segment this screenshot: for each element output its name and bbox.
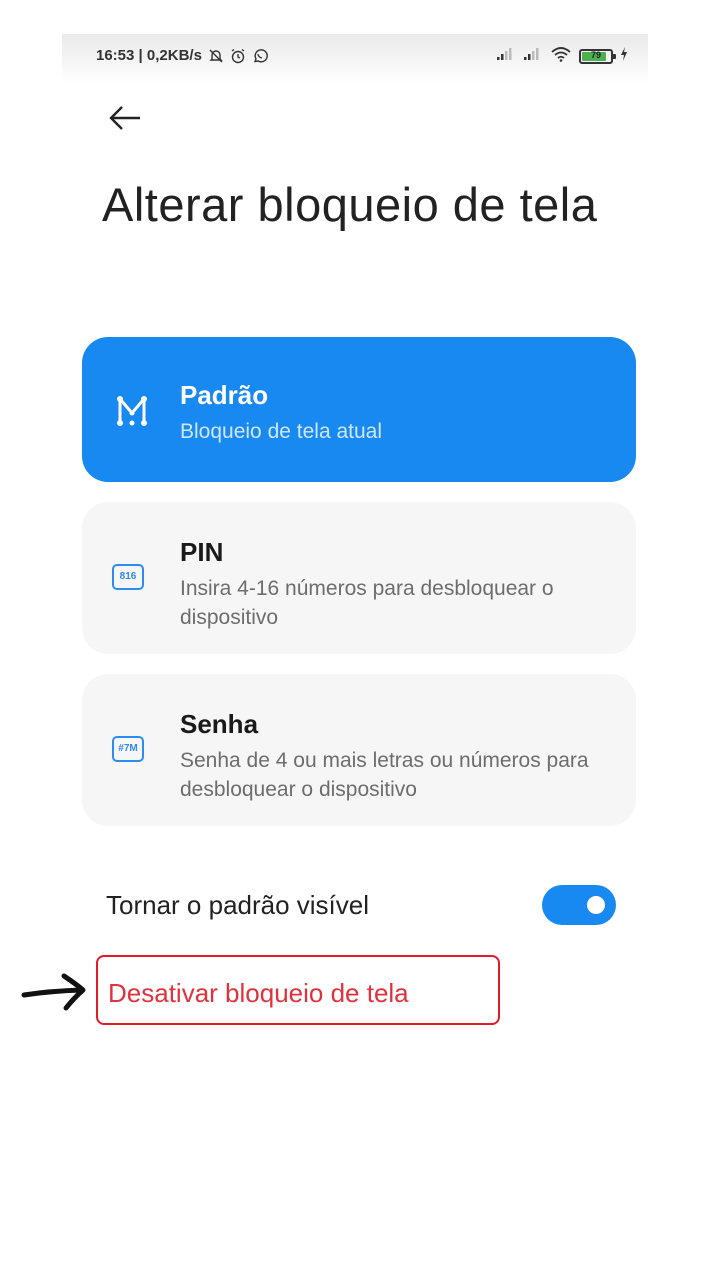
option-pattern[interactable]: Padrão Bloqueio de tela atual <box>82 337 636 482</box>
wifi-icon <box>550 46 572 67</box>
option-title: PIN <box>180 537 224 567</box>
option-title: Padrão <box>180 380 269 410</box>
option-title: Senha <box>180 709 259 739</box>
disable-lock-label: Desativar bloqueio de tela <box>108 978 409 1008</box>
mute-icon <box>208 48 224 64</box>
option-password[interactable]: #7M Senha Senha de 4 ou mais letras ou n… <box>82 674 636 826</box>
option-text: Padrão Bloqueio de tela atual <box>180 379 612 446</box>
status-left-group: 16:53 | 0,2KB/s <box>96 47 268 64</box>
back-button[interactable] <box>106 98 150 138</box>
pointer-arrow-icon <box>20 968 90 1023</box>
option-description: Senha de 4 ou mais letras ou números par… <box>180 749 589 801</box>
visible-pattern-toggle[interactable] <box>542 885 616 925</box>
page-title: Alterar bloqueio de tela <box>102 178 598 231</box>
status-right-group: 79 <box>496 46 628 67</box>
charging-icon <box>620 47 628 66</box>
visible-pattern-label: Tornar o padrão visível <box>106 890 370 920</box>
pin-icon-text: 816 <box>112 564 144 590</box>
back-arrow-icon <box>106 106 146 142</box>
option-text: PIN Insira 4-16 números para desbloquear… <box>180 536 612 632</box>
visible-pattern-row: Tornar o padrão visível <box>106 882 616 930</box>
whatsapp-icon <box>252 48 268 64</box>
pin-icon: 816 <box>112 564 144 590</box>
toggle-knob <box>587 896 605 914</box>
option-text: Senha Senha de 4 ou mais letras ou númer… <box>180 708 612 804</box>
signal-icon <box>496 47 516 66</box>
option-description: Bloqueio de tela atual <box>180 420 382 443</box>
battery-nub <box>613 54 616 59</box>
password-icon: #7M <box>112 736 144 762</box>
phone-screen: 16:53 | 0,2KB/s 79 Alterar bloqueio de t… <box>62 34 648 1084</box>
status-time-speed: 16:53 | 0,2KB/s <box>96 47 202 64</box>
option-description: Insira 4-16 números para desbloquear o d… <box>180 577 554 629</box>
option-pin[interactable]: 816 PIN Insira 4-16 números para desbloq… <box>82 502 636 654</box>
pattern-icon <box>112 391 152 436</box>
alarm-icon <box>230 48 246 64</box>
battery-level: 79 <box>590 50 601 60</box>
signal-icon <box>523 47 543 66</box>
disable-lock-button[interactable]: Desativar bloqueio de tela <box>96 955 500 1025</box>
status-bar: 16:53 | 0,2KB/s 79 <box>62 34 648 80</box>
battery-icon: 79 <box>579 49 616 64</box>
password-icon-text: #7M <box>112 736 144 762</box>
